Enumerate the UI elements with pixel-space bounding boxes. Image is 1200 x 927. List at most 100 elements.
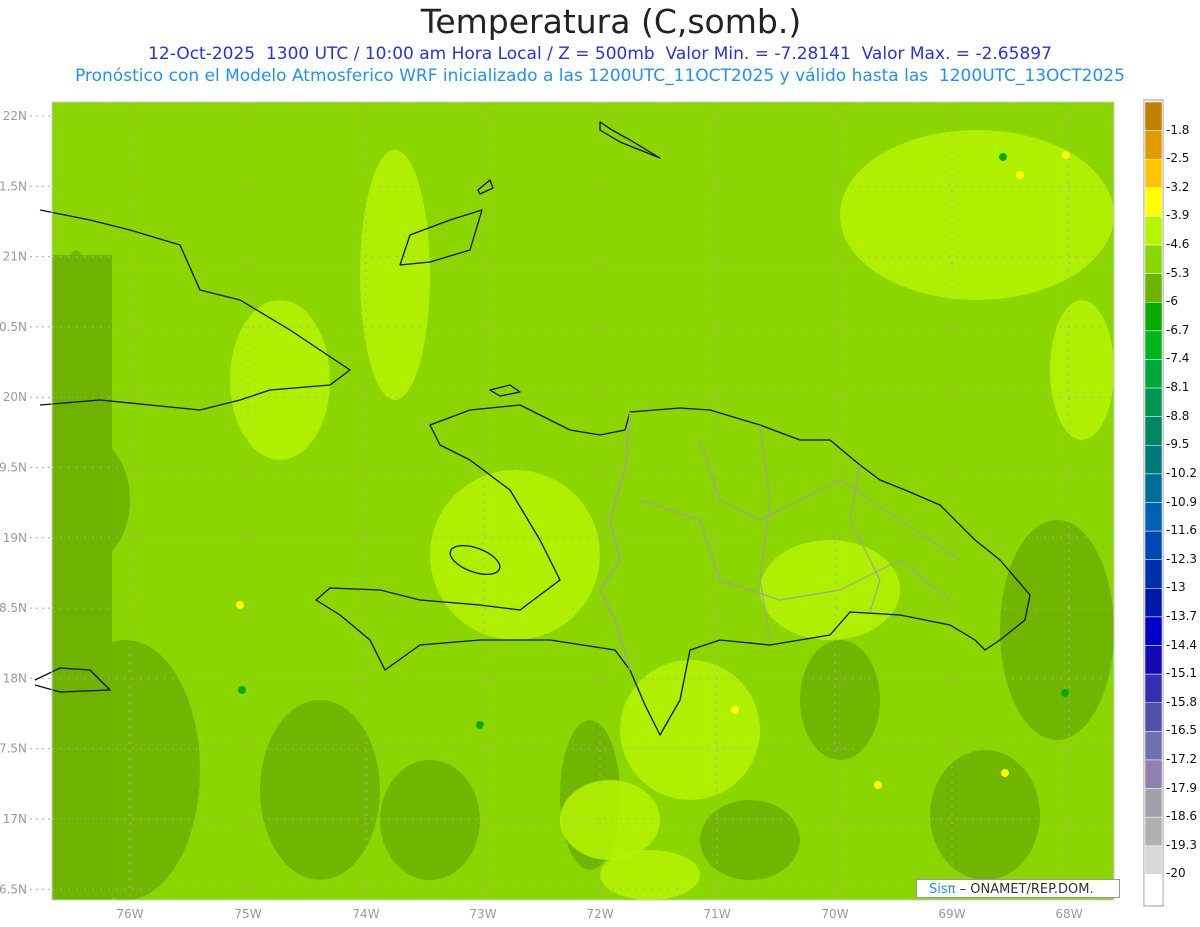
colorbar-swatch: [1144, 273, 1163, 303]
cold-region: [800, 640, 880, 760]
colorbar-label: -4.6: [1166, 237, 1190, 252]
warm-spot: [874, 781, 882, 789]
warm-region: [560, 780, 660, 860]
colorbar-label: -7.4: [1166, 351, 1190, 366]
lon-tick-label: 71W: [703, 907, 730, 921]
colorbar-swatch: [1144, 130, 1163, 160]
colorbar-swatch: [1144, 416, 1163, 446]
lat-tick-label: 18N: [3, 671, 27, 685]
cold-spot: [1061, 689, 1069, 697]
colorbar-swatch: [1144, 445, 1163, 475]
colorbar-swatch: [1144, 759, 1163, 789]
colorbar-label: -6.7: [1166, 322, 1190, 337]
cold-region: [380, 760, 480, 880]
colorbar-label: -19.3: [1166, 837, 1198, 852]
colorbar-swatch: [1144, 874, 1163, 904]
lat-tick-label: 19N: [3, 531, 27, 545]
colorbar-swatch: [1144, 559, 1163, 589]
cold-spot: [238, 686, 246, 694]
warm-spot: [1016, 171, 1024, 179]
colorbar-swatch: [1144, 101, 1163, 131]
colorbar-label: -15.1: [1166, 666, 1198, 681]
lat-tick-label: 20N: [3, 390, 27, 404]
credit-text: – ONAMET/REP.DOM.: [959, 882, 1094, 897]
warm-spot: [1062, 151, 1070, 159]
lat-tick-label: 7.5N: [0, 742, 27, 756]
cold-region: [52, 255, 112, 900]
colorbar-swatch: [1144, 359, 1163, 389]
colorbar-label: -17.2: [1166, 751, 1198, 766]
colorbar-swatch: [1144, 731, 1163, 761]
colorbar-swatch: [1144, 616, 1163, 646]
lon-tick-label: 73W: [469, 907, 496, 921]
colorbar-label: -10.2: [1166, 465, 1198, 480]
colorbar-label: -15.8: [1166, 694, 1198, 709]
colorbar-label: -5.3: [1166, 265, 1190, 280]
cold-region: [1000, 520, 1114, 740]
colorbar-swatch: [1144, 302, 1163, 332]
colorbar-swatch: [1144, 788, 1163, 818]
colorbar-label: -14.4: [1166, 637, 1198, 652]
colorbar-swatch: [1144, 158, 1163, 189]
colorbar-label: -13: [1166, 580, 1186, 595]
lat-tick-label: 0.5N: [0, 320, 27, 334]
colorbar-swatch: [1144, 387, 1163, 417]
colorbar-label: -3.2: [1166, 179, 1190, 194]
brand-logo: Sisπ: [929, 882, 956, 897]
lon-tick-label: 72W: [586, 907, 613, 921]
warm-region: [760, 540, 900, 640]
colorbar-label: -2.5: [1166, 151, 1190, 166]
warm-region: [1050, 300, 1114, 440]
credit-box: Sisπ – ONAMET/REP.DOM.: [916, 879, 1120, 898]
lat-tick-label: 9.5N: [0, 461, 27, 475]
warm-region: [600, 850, 700, 900]
colorbar-swatch: [1144, 645, 1163, 675]
colorbar-label: -20: [1166, 866, 1186, 881]
colorbar-label: -8.8: [1166, 408, 1190, 423]
colorbar-swatch: [1144, 502, 1163, 532]
cold-region: [260, 700, 380, 880]
cold-spot: [999, 153, 1007, 161]
colorbar-label: -6: [1166, 294, 1178, 309]
lon-tick-label: 68W: [1055, 907, 1082, 921]
warm-region: [360, 150, 430, 400]
cold-region: [930, 750, 1040, 880]
colorbar-swatch: [1144, 530, 1163, 560]
colorbar-label: -3.9: [1166, 208, 1190, 223]
lat-tick-label: 21N: [3, 250, 27, 264]
lon-tick-label: 74W: [352, 907, 379, 921]
colorbar-swatch: [1144, 816, 1163, 847]
warm-spot: [1001, 769, 1009, 777]
colorbar-swatch: [1144, 702, 1163, 732]
warm-spot: [731, 706, 739, 714]
lat-tick-label: 22N: [3, 109, 27, 123]
cold-region: [700, 800, 800, 880]
lat-tick-label: 17N: [3, 812, 27, 826]
colorbar-label: -18.6: [1166, 809, 1198, 824]
colorbar-label: -17.9: [1166, 780, 1198, 795]
colorbar-swatch: [1144, 244, 1163, 274]
colorbar-swatch: [1144, 588, 1163, 618]
colorbar-label: -13.7: [1166, 608, 1198, 623]
lon-tick-label: 69W: [938, 907, 965, 921]
colorbar-label: -11.6: [1166, 523, 1198, 538]
lat-tick-label: 6.5N: [0, 882, 27, 896]
colorbar-label: -10.9: [1166, 494, 1198, 509]
warm-region: [620, 660, 760, 800]
colorbar-swatch: [1144, 673, 1163, 704]
colorbar-swatch: [1144, 216, 1163, 246]
lon-tick-label: 75W: [234, 907, 261, 921]
temperature-map: 76W 75W 74W 73W 72W 71W 70W 69W 68W 22N 1.5N 21N 0.5…: [0, 99, 1164, 921]
colorbar-label: -1.8: [1166, 122, 1190, 137]
colorbar-swatch: [1144, 330, 1163, 360]
colorbar-label: -12.3: [1166, 551, 1198, 566]
warm-region: [430, 470, 600, 640]
lon-tick-label: 76W: [116, 907, 143, 921]
lat-tick-label: 8.5N: [0, 601, 27, 615]
lon-tick-label: 70W: [821, 907, 848, 921]
colorbar-swatch: [1144, 187, 1163, 217]
colorbar-label: -16.5: [1166, 723, 1198, 738]
warm-region: [840, 130, 1114, 300]
colorbar-label: -9.5: [1166, 437, 1190, 452]
colorbar-swatch: [1144, 473, 1163, 503]
